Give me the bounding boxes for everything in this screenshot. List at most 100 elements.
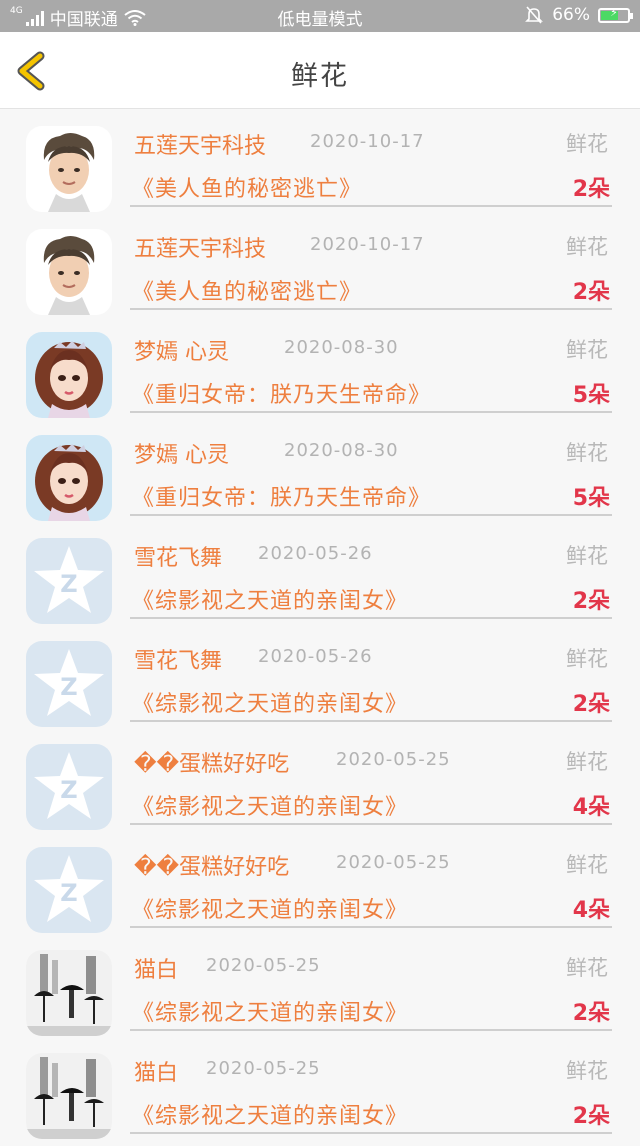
sender-name: 梦嫣 心灵 [134, 443, 229, 468]
gift-count: 2朵 [572, 177, 610, 202]
flower-gift-list: 五莲天宇科技 2020-10-17 鲜花 《美人鱼的秘密逃亡》 2朵 五莲天宇科… [0, 116, 640, 1146]
gift-date: 2020-05-25 [336, 749, 451, 770]
row-divider [130, 1132, 612, 1134]
book-title[interactable]: 《重归女帝：朕乃天生帝命》 [132, 377, 431, 409]
book-title[interactable]: 《重归女帝：朕乃天生帝命》 [132, 480, 431, 512]
gift-count: 2朵 [572, 1001, 610, 1026]
gift-count: 2朵 [572, 692, 610, 717]
row-divider [130, 823, 612, 825]
gift-date: 2020-05-25 [336, 852, 451, 873]
avatar[interactable]: Z [26, 538, 112, 624]
avatar[interactable] [26, 1053, 112, 1139]
gift-date: 2020-08-30 [284, 337, 399, 358]
gift-type-label: 鲜花 [566, 853, 608, 877]
row-divider [130, 205, 612, 207]
avatar[interactable]: Z [26, 847, 112, 933]
girl-avatar-image [26, 435, 112, 521]
book-title[interactable]: 《综影视之天道的亲闺女》 [132, 995, 408, 1027]
battery-icon: ⚡ [598, 6, 633, 23]
svg-text:Z: Z [60, 879, 77, 907]
gift-count: 2朵 [572, 1104, 610, 1129]
book-title[interactable]: 《综影视之天道的亲闺女》 [132, 789, 408, 821]
book-title[interactable]: 《综影视之天道的亲闺女》 [132, 892, 408, 924]
gift-type-label: 鲜花 [566, 544, 608, 568]
list-item[interactable]: Z ��蛋糕好好吃 2020-05-25 鲜花 《综影视之天道的亲闺女》 4朵 [0, 837, 640, 940]
svg-text:Z: Z [60, 673, 77, 701]
avatar[interactable]: Z [26, 641, 112, 727]
gift-date: 2020-10-17 [310, 234, 425, 255]
gift-count: 2朵 [572, 280, 610, 305]
row-divider [130, 617, 612, 619]
avatar[interactable] [26, 332, 112, 418]
row-divider [130, 411, 612, 413]
list-item[interactable]: 梦嫣 心灵 2020-08-30 鲜花 《重归女帝：朕乃天生帝命》 5朵 [0, 322, 640, 425]
qq-star-default-avatar-icon: Z [34, 546, 104, 613]
row-divider [130, 514, 612, 516]
avatar[interactable] [26, 435, 112, 521]
svg-text:Z: Z [60, 776, 77, 804]
list-item[interactable]: Z 雪花飞舞 2020-05-26 鲜花 《综影视之天道的亲闺女》 2朵 [0, 631, 640, 734]
gift-count: 5朵 [572, 383, 610, 408]
gift-type-label: 鲜花 [566, 235, 608, 259]
list-item[interactable]: 五莲天宇科技 2020-10-17 鲜花 《美人鱼的秘密逃亡》 2朵 [0, 116, 640, 219]
avatar[interactable] [26, 126, 112, 212]
book-title[interactable]: 《美人鱼的秘密逃亡》 [132, 171, 362, 203]
list-item[interactable]: 梦嫣 心灵 2020-08-30 鲜花 《重归女帝：朕乃天生帝命》 5朵 [0, 425, 640, 528]
sender-name: 雪花飞舞 [134, 546, 223, 571]
svg-text:Z: Z [60, 570, 77, 598]
gift-date: 2020-05-26 [258, 543, 373, 564]
umbrella-photo-avatar-image [26, 950, 112, 1036]
list-item[interactable]: 猫白 2020-05-25 鲜花 《综影视之天道的亲闺女》 2朵 [0, 1043, 640, 1146]
girl-avatar-image [26, 332, 112, 418]
sender-name: 梦嫣 心灵 [134, 340, 229, 365]
gift-count: 2朵 [572, 589, 610, 614]
gift-type-label: 鲜花 [566, 338, 608, 362]
gift-count: 5朵 [572, 486, 610, 511]
avatar[interactable] [26, 950, 112, 1036]
row-divider [130, 1029, 612, 1031]
sender-name: 猫白 [134, 958, 179, 983]
sender-name: 雪花飞舞 [134, 649, 223, 674]
book-title[interactable]: 《综影视之天道的亲闺女》 [132, 1098, 408, 1130]
gift-date: 2020-10-17 [310, 131, 425, 152]
gift-date: 2020-05-26 [258, 646, 373, 667]
sender-name: 五莲天宇科技 [134, 134, 267, 159]
gift-count: 4朵 [572, 898, 610, 923]
mute-bell-icon [525, 6, 544, 24]
status-bar: 4G 中国联通 低电量模式 66% ⚡ [0, 0, 640, 32]
page-title: 鲜花 [291, 61, 349, 92]
sender-name: 五莲天宇科技 [134, 237, 267, 262]
gift-type-label: 鲜花 [566, 647, 608, 671]
row-divider [130, 308, 612, 310]
umbrella-photo-avatar-image [26, 1053, 112, 1139]
avatar[interactable] [26, 229, 112, 315]
boy-avatar-image [43, 133, 95, 212]
list-item[interactable]: 五莲天宇科技 2020-10-17 鲜花 《美人鱼的秘密逃亡》 2朵 [0, 219, 640, 322]
avatar[interactable]: Z [26, 744, 112, 830]
sender-name: ��蛋糕好好吃 [134, 752, 290, 777]
book-title[interactable]: 《综影视之天道的亲闺女》 [132, 583, 408, 615]
gift-type-label: 鲜花 [566, 750, 608, 774]
gift-date: 2020-05-25 [206, 1058, 321, 1079]
list-item[interactable]: 猫白 2020-05-25 鲜花 《综影视之天道的亲闺女》 2朵 [0, 940, 640, 1043]
sender-name: ��蛋糕好好吃 [134, 855, 290, 880]
boy-avatar-image [43, 236, 95, 315]
gift-date: 2020-08-30 [284, 440, 399, 461]
book-title[interactable]: 《美人鱼的秘密逃亡》 [132, 274, 362, 306]
qq-star-default-avatar-icon: Z [34, 649, 104, 716]
qq-star-default-avatar-icon: Z [34, 855, 104, 922]
gift-type-label: 鲜花 [566, 441, 608, 465]
list-item[interactable]: Z 雪花飞舞 2020-05-26 鲜花 《综影视之天道的亲闺女》 2朵 [0, 528, 640, 631]
battery-percent: 66% [552, 5, 590, 25]
row-divider [130, 926, 612, 928]
gift-type-label: 鲜花 [566, 956, 608, 980]
gift-date: 2020-05-25 [206, 955, 321, 976]
book-title[interactable]: 《综影视之天道的亲闺女》 [132, 686, 408, 718]
gift-count: 4朵 [572, 795, 610, 820]
list-item[interactable]: Z ��蛋糕好好吃 2020-05-25 鲜花 《综影视之天道的亲闺女》 4朵 [0, 734, 640, 837]
row-divider [130, 720, 612, 722]
sender-name: 猫白 [134, 1061, 179, 1086]
gift-type-label: 鲜花 [566, 132, 608, 156]
qq-star-default-avatar-icon: Z [34, 752, 104, 819]
gift-type-label: 鲜花 [566, 1059, 608, 1083]
